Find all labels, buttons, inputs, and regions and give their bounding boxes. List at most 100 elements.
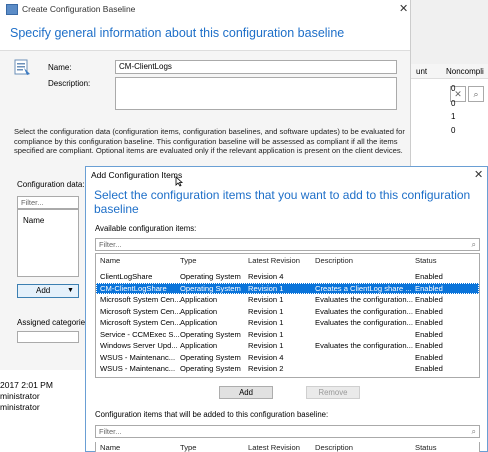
- available-items-table[interactable]: Name Type Latest Revision Description St…: [95, 253, 480, 378]
- description-field[interactable]: [115, 77, 397, 110]
- cell-revision: Revision 1: [248, 283, 284, 293]
- configuration-data-list[interactable]: Name: [17, 209, 79, 277]
- cell-status: Enabled: [415, 318, 443, 327]
- user-text: ministrator: [0, 402, 40, 412]
- cell-status: Enabled: [415, 295, 443, 304]
- cell-revision: Revision 1: [248, 295, 284, 304]
- added-items-table[interactable]: Name Type Latest Revision Description St…: [95, 442, 480, 452]
- table-row[interactable]: Service - CCMExec S... Operating System Re…: [96, 329, 479, 340]
- close-icon[interactable]: ✕: [399, 2, 408, 15]
- table-row[interactable]: CM-ClientLogShare Operating System Revisio…: [96, 282, 479, 294]
- cell-description: Evaluates the configuration...: [315, 341, 413, 350]
- name-value: CM-ClientLogs: [119, 62, 172, 71]
- configuration-data-filter-input[interactable]: Filter...: [17, 196, 79, 209]
- cell-type: Operating System: [180, 364, 241, 373]
- configuration-data-label: Configuration data:: [17, 180, 85, 189]
- add-button[interactable]: Add ▼: [17, 284, 79, 298]
- column-header-status[interactable]: Status: [415, 443, 437, 452]
- cell-name: Microsoft System Cen...: [100, 295, 181, 304]
- chevron-down-icon[interactable]: ▼: [67, 285, 74, 297]
- filter-placeholder: Filter...: [21, 198, 44, 207]
- cell-name: WSUS - Maintenanc...: [100, 352, 176, 362]
- added-items-label: Configuration items that will be added t…: [95, 410, 329, 419]
- column-header-latest-revision[interactable]: Latest Revision: [248, 443, 300, 452]
- cell-type: Application: [180, 318, 218, 327]
- column-header-count[interactable]: unt: [416, 67, 427, 76]
- cell-status: Enabled: [415, 283, 443, 293]
- configuration-baseline-icon: [14, 59, 30, 75]
- column-header-name[interactable]: Name: [100, 443, 120, 452]
- column-header-name[interactable]: Name: [23, 216, 44, 225]
- background-toolbar: ✕ ⌕: [410, 42, 488, 102]
- add-button-label: Add: [36, 286, 51, 295]
- search-icon[interactable]: ⌕: [472, 427, 476, 437]
- search-icon[interactable]: ⌕: [472, 240, 476, 250]
- cell-revision: Revision 2: [248, 364, 284, 373]
- cell-description: Evaluates the configuration...: [315, 295, 413, 304]
- user-text: ministrator: [0, 391, 40, 401]
- cell-type: Application: [180, 295, 218, 304]
- page-title: Specify general information about this c…: [10, 26, 345, 40]
- cell-name: ClientLogShare: [100, 272, 153, 281]
- cell-type: Application: [180, 306, 218, 316]
- cell-revision: Revision 4: [248, 352, 284, 362]
- cell-status: Enabled: [415, 272, 443, 281]
- description-label: Description:: [48, 79, 91, 88]
- cell-name: CM-ClientLogShare: [100, 283, 167, 293]
- close-icon[interactable]: ✕: [474, 168, 483, 181]
- column-header-description[interactable]: Description: [315, 443, 353, 452]
- window-icon: [6, 4, 18, 15]
- cell-revision: Revision 1: [248, 329, 284, 339]
- cell-revision: Revision 1: [248, 306, 284, 316]
- cell-status: Enabled: [415, 329, 443, 339]
- cell-revision: Revision 1: [248, 341, 284, 350]
- column-header-type[interactable]: Type: [180, 443, 196, 452]
- column-header-name[interactable]: Name: [100, 256, 120, 265]
- assigned-categories-label: Assigned categories: [17, 318, 90, 327]
- info-text: Select the configuration data (configura…: [14, 127, 405, 156]
- cell-revision: Revision 1: [248, 318, 284, 327]
- name-label: Name:: [48, 63, 72, 72]
- cell-description: Evaluates the configuration...: [315, 318, 413, 327]
- underlying-window-area: 2017 2:01 PM ministrator ministrator: [0, 370, 88, 452]
- column-header-latest-revision[interactable]: Latest Revision: [248, 256, 300, 265]
- cell-revision: Revision 4: [248, 272, 284, 281]
- dialog-heading: Select the configuration items that you …: [94, 188, 471, 216]
- filter-placeholder: Filter...: [99, 427, 122, 436]
- cell-name: Service - CCMExec S...: [100, 329, 180, 339]
- cell-description: Evaluates the configuration...: [315, 306, 413, 316]
- dialog-title: Add Configuration Items: [91, 170, 183, 180]
- cell-name: Microsoft System Cen...: [100, 318, 181, 327]
- table-row[interactable]: Windows Server Upd... Application Revision…: [96, 340, 479, 351]
- cell-name: Microsoft System Cen...: [100, 306, 181, 316]
- table-row[interactable]: Microsoft System Cen... Application Revisi…: [96, 306, 479, 317]
- table-row[interactable]: ClientLogShare Operating System Revision 4…: [96, 271, 479, 282]
- table-row[interactable]: WSUS - Maintenanc... Operating System Revi…: [96, 363, 479, 374]
- noncompliant-value: 1: [451, 112, 456, 121]
- search-icon[interactable]: ⌕: [468, 86, 484, 102]
- column-header-type[interactable]: Type: [180, 256, 196, 265]
- add-items-button[interactable]: Add: [219, 386, 273, 399]
- column-header-description[interactable]: Description: [315, 256, 353, 265]
- available-items-filter-input[interactable]: Filter... ⌕: [95, 238, 480, 251]
- cell-type: Operating System: [180, 352, 241, 362]
- cell-status: Enabled: [415, 364, 443, 373]
- table-row[interactable]: Microsoft System Cen... Application Revisi…: [96, 317, 479, 328]
- table-row[interactable]: WSUS - Maintenanc... Operating System Revi…: [96, 352, 479, 363]
- added-items-filter-input[interactable]: Filter... ⌕: [95, 425, 480, 438]
- cell-name: WSUS - Maintenanc...: [100, 364, 176, 373]
- table-row[interactable]: Microsoft System Cen... Application Revisi…: [96, 294, 479, 305]
- noncompliant-value: 0: [451, 84, 456, 93]
- column-header-noncompliant[interactable]: Noncompli: [446, 67, 484, 76]
- assigned-categories-field[interactable]: [17, 331, 79, 343]
- name-field[interactable]: CM-ClientLogs: [115, 60, 397, 74]
- background-header: unt Noncompli: [410, 64, 488, 79]
- column-header-status[interactable]: Status: [415, 256, 437, 265]
- noncompliant-value: 0: [451, 99, 456, 108]
- cell-name: Windows Server Upd...: [100, 341, 178, 350]
- cell-type: Application: [180, 341, 218, 350]
- background-titlebar: [410, 0, 488, 42]
- cell-status: Enabled: [415, 341, 443, 350]
- timestamp-text: 2017 2:01 PM: [0, 380, 53, 390]
- remove-items-button[interactable]: Remove: [306, 386, 360, 399]
